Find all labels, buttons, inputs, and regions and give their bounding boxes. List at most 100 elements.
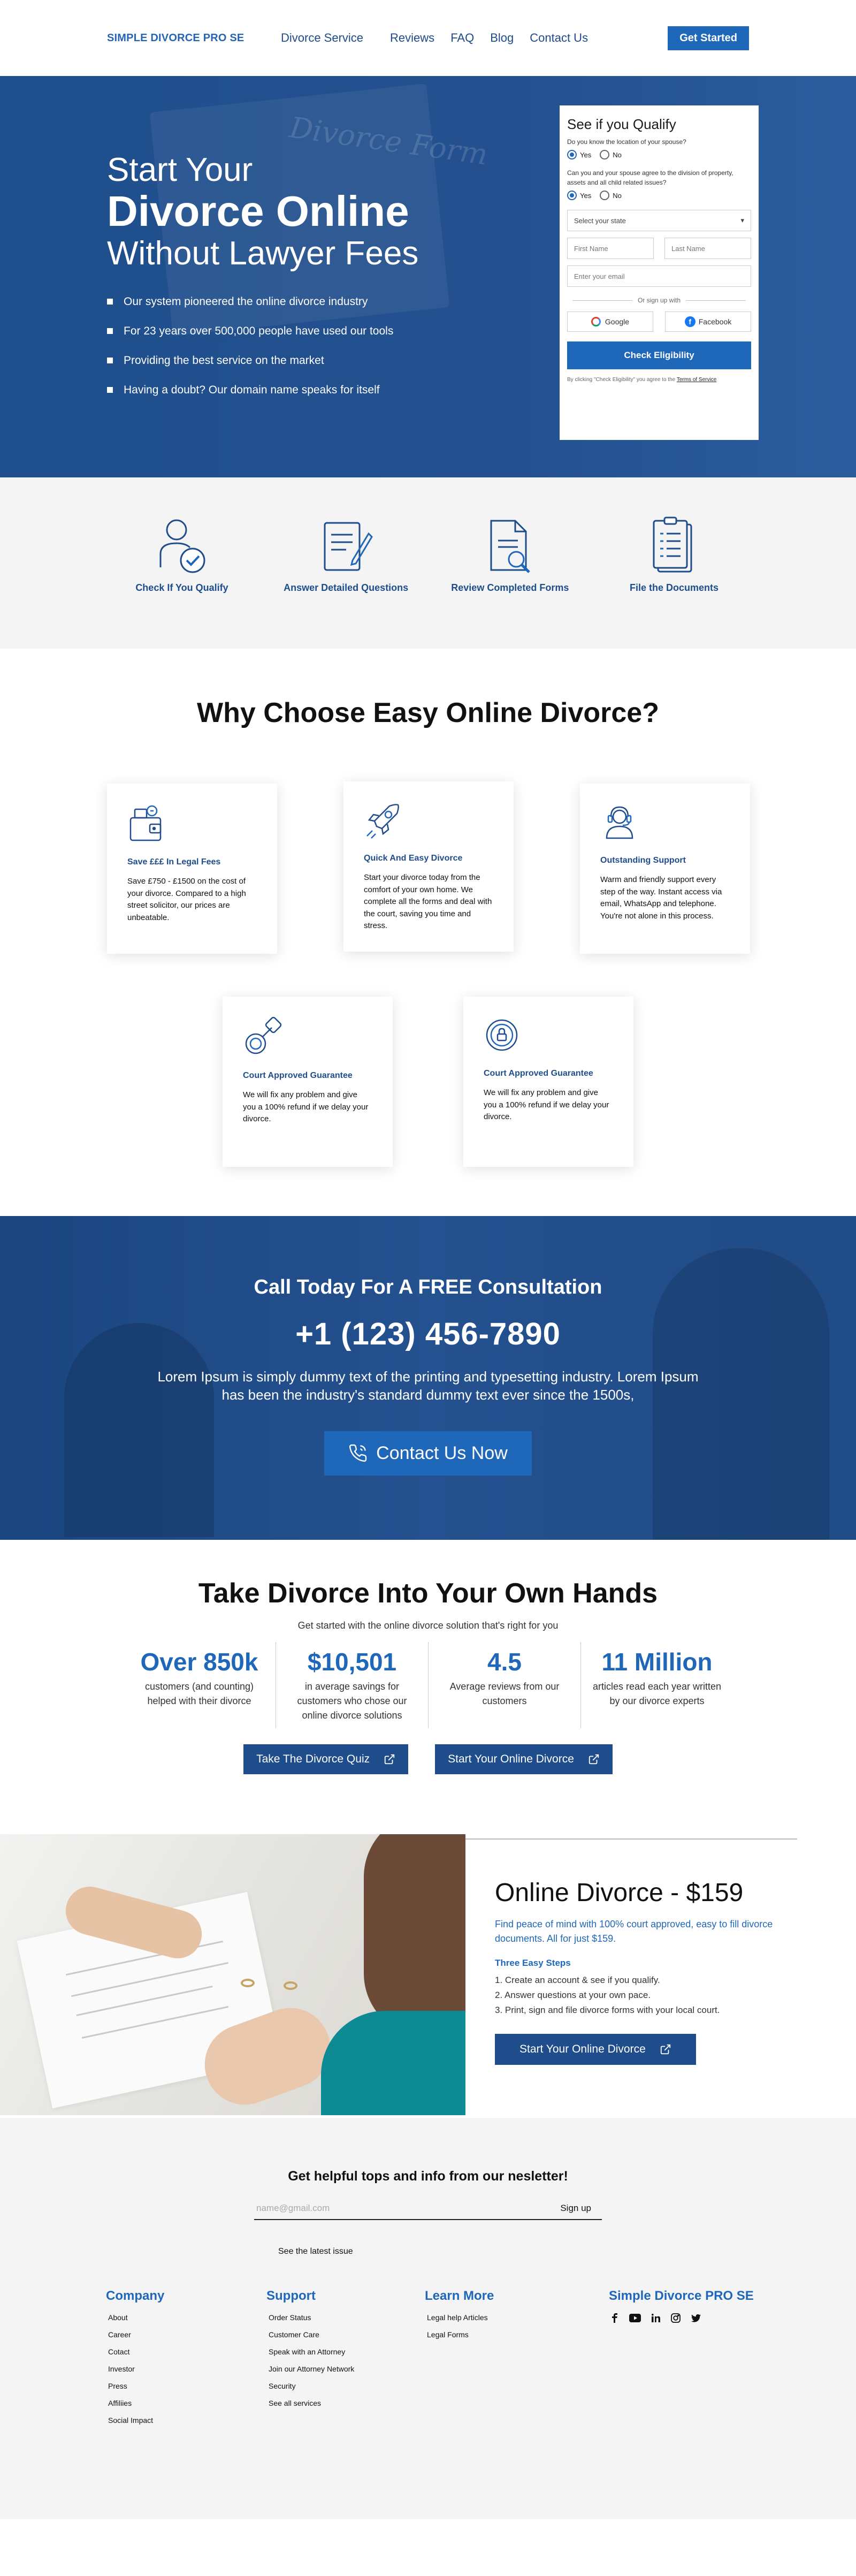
state-select-value: Select your state (574, 216, 626, 225)
promo-button-label: Start Your Online Divorce (519, 2043, 646, 2056)
stats-section: Take Divorce Into Your Own Hands Get sta… (0, 1540, 856, 1840)
promo-step: 2. Answer questions at your own pace. (495, 1990, 651, 2001)
lock-badge-icon (484, 1016, 613, 1057)
nav-contact[interactable]: Contact Us (530, 31, 588, 45)
footer-link[interactable]: Join our Attorney Network (269, 2365, 425, 2373)
photo-hair (364, 1834, 465, 2038)
site-logo[interactable]: SIMPLE DIVORCE PRO SE (107, 32, 281, 44)
start-divorce-button[interactable]: Start Your Online Divorce (435, 1744, 613, 1774)
phone-number[interactable]: +1 (123) 456-7890 (0, 1316, 856, 1352)
radio-no-agreement[interactable] (600, 191, 610, 200)
last-name-input[interactable]: Last Name (664, 238, 751, 259)
hero-bullet: Our system pioneered the online divorce … (107, 295, 482, 308)
terms-link[interactable]: Terms of Service (677, 377, 716, 383)
promo-copy: Online Divorce - $159 Find peace of mind… (495, 1878, 773, 2065)
facebook-icon: f (684, 316, 696, 327)
stats-buttons: Take The Divorce Quiz Start Your Online … (0, 1744, 856, 1774)
footer-columns: Company About Career Cotact Investor Pre… (106, 2289, 856, 2433)
card-text: Save £750 - £1500 on the cost of your di… (127, 877, 246, 922)
step-label: Review Completed Forms (451, 582, 569, 593)
latest-issue-link[interactable]: See the latest issue (278, 2247, 856, 2256)
footer-link[interactable]: Social Impact (108, 2416, 266, 2425)
stat-number: 11 Million (601, 1648, 713, 1676)
hero-bullet-text: Having a doubt? Our domain name speaks f… (124, 383, 380, 396)
footer-link[interactable]: Customer Care (269, 2330, 425, 2339)
footer-link[interactable]: Cotact (108, 2347, 266, 2356)
instagram-icon[interactable] (671, 2313, 681, 2326)
step-label: Check If You Qualify (135, 582, 228, 593)
name-row: First Name Last Name (567, 231, 751, 259)
email-input[interactable]: Enter your email (567, 265, 751, 287)
first-name-input[interactable]: First Name (567, 238, 654, 259)
external-link-icon (660, 2043, 671, 2055)
feature-card: Save £££ In Legal Fees Save £750 - £1500… (107, 784, 277, 954)
main-nav: Divorce Service Reviews FAQ Blog Contact… (281, 31, 668, 45)
promo-title: Online Divorce - $159 (495, 1879, 744, 1907)
google-signup-button[interactable]: Google (567, 311, 653, 332)
twitter-icon[interactable] (691, 2314, 701, 2325)
bullet-square-icon (107, 299, 113, 305)
qualify-form: See if you Qualify Do you know the locat… (560, 105, 759, 440)
youtube-icon[interactable] (629, 2314, 641, 2325)
contact-us-button[interactable]: Contact Us Now (324, 1431, 532, 1476)
promo-step: 1. Create an account & see if you qualif… (495, 1975, 660, 1985)
stat-item: 4.5 Average reviews from our customers (428, 1642, 580, 1728)
stat-text: articles read each year written by our d… (592, 1681, 722, 1706)
form-pencil-icon (271, 515, 421, 579)
support-agent-icon (600, 803, 730, 844)
card-title: Court Approved Guarantee (484, 1069, 593, 1078)
footer-brand-title: Simple Divorce PRO SE (609, 2289, 754, 2303)
footer-col-title: Learn More (425, 2289, 494, 2303)
newsletter-email-input[interactable]: name@gmail.com (256, 2203, 330, 2214)
facebook-signup-button[interactable]: f Facebook (665, 311, 751, 332)
external-link-icon (588, 1753, 600, 1765)
nav-divorce-service[interactable]: Divorce Service (281, 31, 363, 45)
footer-link[interactable]: Legal Forms (427, 2330, 609, 2339)
footer-link[interactable]: Career (108, 2330, 266, 2339)
footer-link[interactable]: Legal help Articles (427, 2313, 609, 2322)
check-eligibility-button[interactable]: Check Eligibility (567, 341, 751, 369)
document-search-icon (435, 515, 585, 579)
photo-shirt (321, 2011, 465, 2115)
hero-bullets: Our system pioneered the online divorce … (107, 295, 482, 397)
footer-link[interactable]: Order Status (269, 2313, 425, 2322)
card-text: We will fix any problem and give you a 1… (243, 1090, 369, 1123)
hero-bullet: For 23 years over 500,000 people have us… (107, 325, 482, 338)
promo-start-divorce-button[interactable]: Start Your Online Divorce (495, 2034, 696, 2065)
nav-faq[interactable]: FAQ (450, 31, 474, 45)
footer-link[interactable]: Investor (108, 2365, 266, 2373)
radio-yes-agreement[interactable] (567, 191, 577, 200)
phone-icon (348, 1443, 368, 1463)
radio-no-location[interactable] (600, 150, 610, 159)
why-title: Why Choose Easy Online Divorce? (197, 697, 659, 728)
card-title: Save £££ In Legal Fees (127, 857, 221, 867)
linkedin-icon[interactable] (652, 2314, 660, 2325)
stat-item: $10,501 in average savings for customers … (276, 1642, 428, 1728)
stat-item: 11 Million articles read each year writte… (580, 1642, 733, 1728)
state-select[interactable]: Select your state ▾ (567, 210, 751, 231)
background-person-silhouette (64, 1323, 214, 1537)
take-quiz-button[interactable]: Take The Divorce Quiz (243, 1744, 409, 1774)
stat-row: Over 850k customers (and counting) helped… (0, 1642, 856, 1728)
question-agreement: Can you and your spouse agree to the div… (567, 169, 733, 186)
nav-blog[interactable]: Blog (490, 31, 514, 45)
newsletter-signup-button[interactable]: Sign up (560, 2203, 591, 2214)
footer-link[interactable]: About (108, 2313, 266, 2322)
hero-bullet-text: Our system pioneered the online divorce … (124, 295, 368, 308)
feature-card: Outstanding Support Warm and friendly su… (580, 784, 750, 954)
question-spouse-location: Do you know the location of your spouse? (567, 138, 686, 146)
footer-col-title: Support (266, 2289, 316, 2303)
promo-steps-title: Three Easy Steps (495, 1958, 571, 1968)
footer-link[interactable]: Press (108, 2382, 266, 2390)
feature-card: Quick And Easy Divorce Start your divorc… (343, 781, 514, 952)
footer-link[interactable]: See all services (269, 2399, 425, 2407)
footer-link[interactable]: Security (269, 2382, 425, 2390)
radio-yes-location[interactable] (567, 150, 577, 159)
footer-link[interactable]: Speak with an Attorney (269, 2347, 425, 2356)
facebook-icon[interactable] (611, 2313, 618, 2326)
qualify-title: See if you Qualify (567, 116, 676, 132)
footer-link[interactable]: Affiliies (108, 2399, 266, 2407)
hero-title-line1: Start Your (107, 151, 253, 188)
get-started-button[interactable]: Get Started (668, 26, 749, 50)
nav-reviews[interactable]: Reviews (390, 31, 434, 45)
